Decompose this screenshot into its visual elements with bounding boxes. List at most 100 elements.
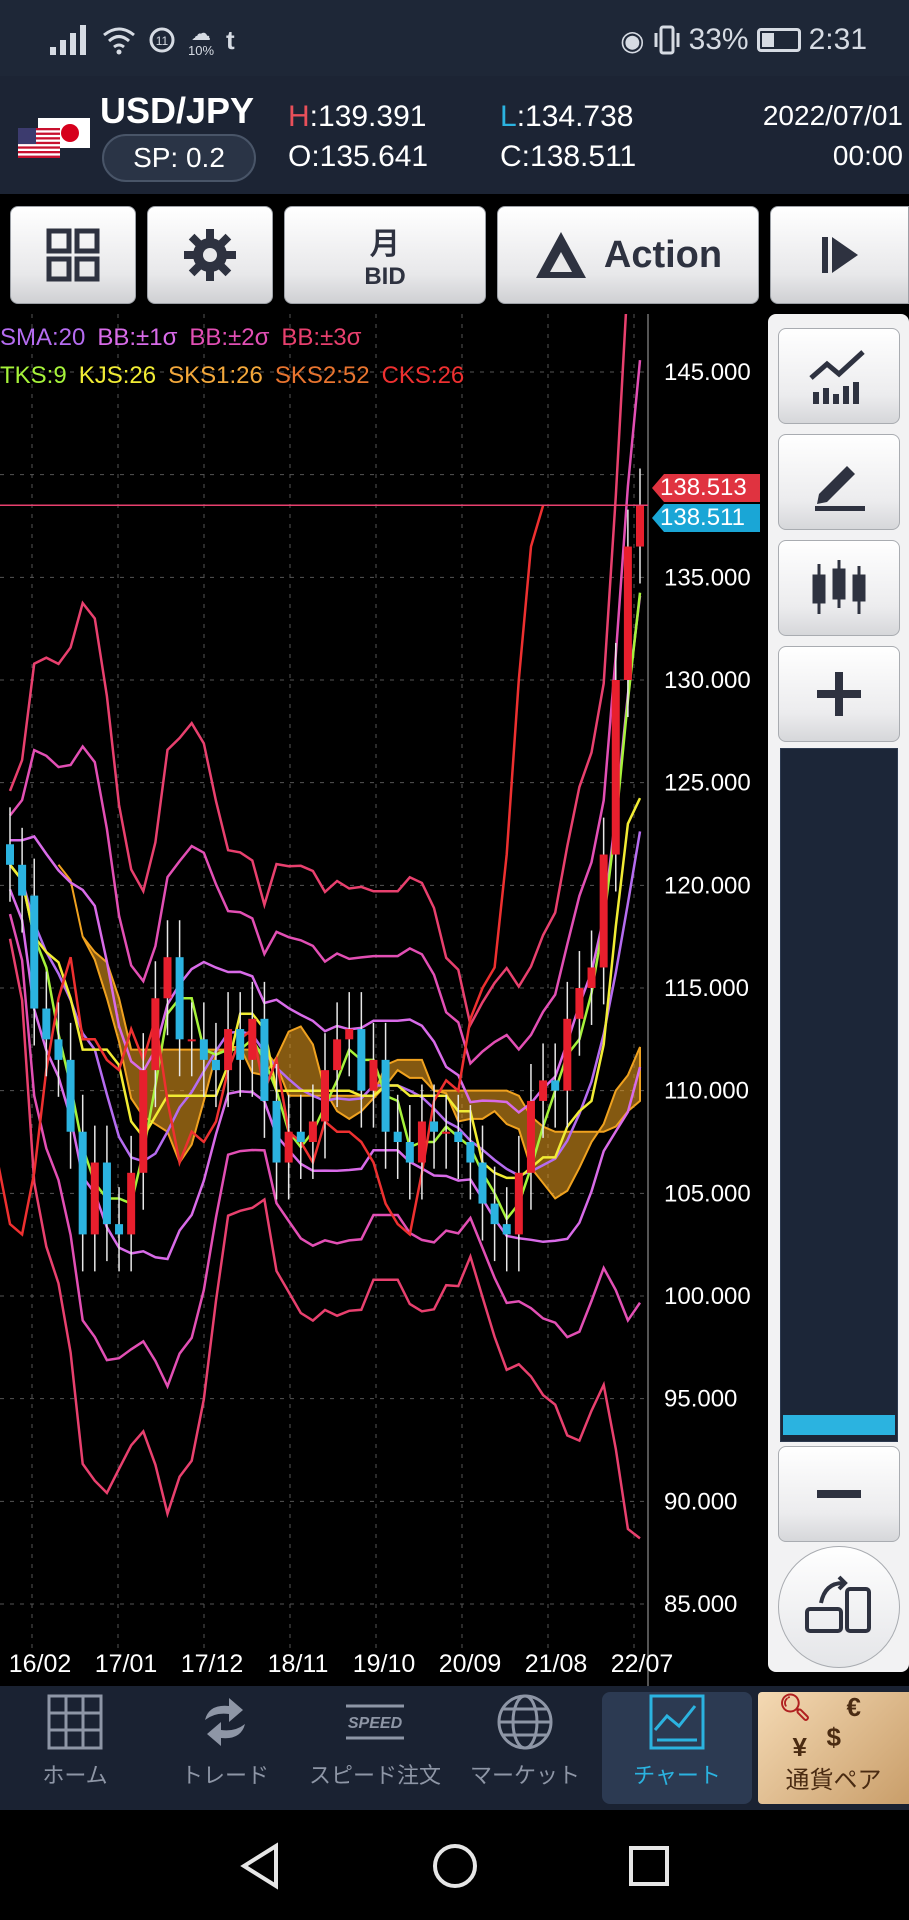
candle-body (6, 844, 14, 865)
candle-body (78, 1131, 87, 1235)
settings-button[interactable] (147, 206, 273, 304)
legend-item-b-1: KJS:26 (78, 362, 157, 389)
play-button[interactable] (770, 206, 909, 304)
x-tick-label: 20/09 (439, 1650, 502, 1678)
nav-currency-pair[interactable]: 🔍︎ € $ ¥ 通貨ペア (758, 1692, 909, 1804)
layout-button[interactable] (10, 206, 136, 304)
zoom-in-button[interactable] (778, 646, 900, 742)
candle-body (563, 1018, 572, 1091)
rotate-screen-button[interactable] (778, 1546, 900, 1668)
candle-body (308, 1121, 317, 1142)
candle-body (611, 680, 620, 855)
x-tick-label: 19/10 (353, 1650, 416, 1678)
y-tick-label: 145.000 (664, 359, 751, 386)
nav-chart[interactable]: チャート (602, 1692, 752, 1804)
legend-item-a-0: SMA:20 (0, 324, 86, 351)
currency-symbols-icon: 🔍︎ € $ ¥ (779, 1692, 889, 1764)
gear-icon (184, 229, 236, 281)
legend-item-a-3: BB:±3σ (281, 324, 362, 351)
nav-speed-order[interactable]: SPEED スピード注文 (300, 1692, 450, 1804)
x-tick-label: 17/12 (181, 1650, 244, 1678)
candle-body (430, 1121, 439, 1132)
candle-body (599, 854, 608, 968)
y-tick-label: 110.000 (664, 1078, 749, 1105)
y-axis: 145.000 135.000 130.000 125.000 120.000 115.0… (664, 359, 751, 1618)
vibrate-icon (654, 25, 680, 55)
chart-toolbar: 月 BID Action (0, 194, 909, 314)
grid-layout-icon (46, 228, 100, 282)
candle-body (42, 1008, 51, 1040)
home-circle-icon[interactable] (431, 1842, 479, 1890)
chart-type-button[interactable] (778, 540, 900, 636)
zoom-out-button[interactable] (778, 1446, 900, 1542)
status-icons-right: ◉ 33% 2:31 (620, 20, 867, 60)
y-tick-label: 90.000 (664, 1488, 737, 1515)
close-price: C:138.511 (500, 140, 636, 174)
line-chart-icon (809, 350, 865, 404)
candle-body (284, 1131, 293, 1163)
action-button[interactable]: Action (497, 206, 759, 304)
bb-upper-2 (9, 359, 642, 1066)
candle-body (175, 957, 184, 1040)
candle-body (405, 1142, 414, 1163)
zoom-slider-track[interactable] (780, 748, 898, 1442)
weather-icon: ☁ 10% (188, 22, 215, 58)
candle-body (575, 988, 584, 1019)
globe-icon (497, 1694, 553, 1750)
nav-chart-label: チャート (633, 1763, 721, 1788)
candle-body (357, 1029, 366, 1091)
price-chart[interactable]: 145.000 135.000 130.000 125.000 120.000 115.0… (0, 272, 768, 1686)
draw-tool-button[interactable] (778, 434, 900, 530)
candle-body (502, 1224, 511, 1235)
candle-body (466, 1142, 475, 1163)
nav-trade[interactable]: トレード (150, 1692, 300, 1804)
quote-header: USD/JPY SP: 0.2 H:139.391 L:134.738 O:13… (0, 76, 909, 194)
candle-body (139, 1070, 148, 1173)
period-side-button[interactable]: 月 BID (284, 206, 486, 304)
speed-icon: SPEED (346, 1704, 404, 1740)
signal-icon (50, 25, 86, 55)
battery-percent: 33% (688, 23, 749, 56)
y-tick-label: 95.000 (664, 1386, 737, 1413)
svg-text:11: 11 (156, 34, 169, 48)
currency-pair-symbol[interactable]: USD/JPY (100, 90, 254, 132)
legend-item-a-1: BB:±1σ (97, 324, 178, 351)
side-label: BID (364, 263, 406, 290)
chart-icon (649, 1694, 705, 1750)
x-tick-label: 17/01 (95, 1650, 158, 1678)
recents-icon[interactable] (625, 1842, 673, 1890)
high-value: :139.391 (309, 100, 427, 133)
back-icon[interactable] (236, 1842, 284, 1890)
dollar-icon: $ (826, 1722, 841, 1752)
candle-body (211, 1059, 220, 1071)
nav-market[interactable]: マーケット (450, 1692, 600, 1804)
candle-body (18, 864, 27, 896)
candle-body (224, 1029, 233, 1071)
legend-item-b-2: SKS1:26 (168, 362, 263, 389)
app-notification-icon: t (226, 24, 235, 55)
speed-icon-text: SPEED (348, 1715, 403, 1732)
system-navigation-bar (0, 1810, 909, 1920)
indicator-lines (0, 272, 642, 1540)
legend-item-b-0: TKS:9 (0, 362, 67, 389)
x-tick-label: 22/07 (611, 1650, 674, 1678)
y-tick-label: 115.000 (664, 975, 749, 1002)
period-label: 月 (370, 228, 400, 261)
indicator-button[interactable] (778, 328, 900, 424)
legend-line-2: TKS:9 KJS:26 SKS1:26 SKS2:52 CKS:26 (0, 362, 476, 390)
candle-body (248, 1018, 257, 1060)
candle-body (442, 1131, 451, 1134)
nav-home[interactable]: ホーム (0, 1692, 150, 1804)
zoom-slider-thumb[interactable] (783, 1415, 895, 1435)
candle-body (272, 1100, 281, 1163)
nav-home-label: ホーム (42, 1763, 108, 1788)
candle-body (393, 1131, 402, 1142)
price-chart-canvas[interactable]: 145.000 135.000 130.000 125.000 120.000 115.0… (0, 272, 768, 1686)
bb-lower-3 (8, 938, 641, 1540)
candle-body (127, 1172, 136, 1235)
candle-body (587, 967, 596, 988)
bb-upper-3 (8, 272, 641, 1029)
ask-price-tag: 138.513 (652, 474, 760, 502)
candle-body (163, 957, 172, 999)
candle-body (102, 1162, 111, 1225)
